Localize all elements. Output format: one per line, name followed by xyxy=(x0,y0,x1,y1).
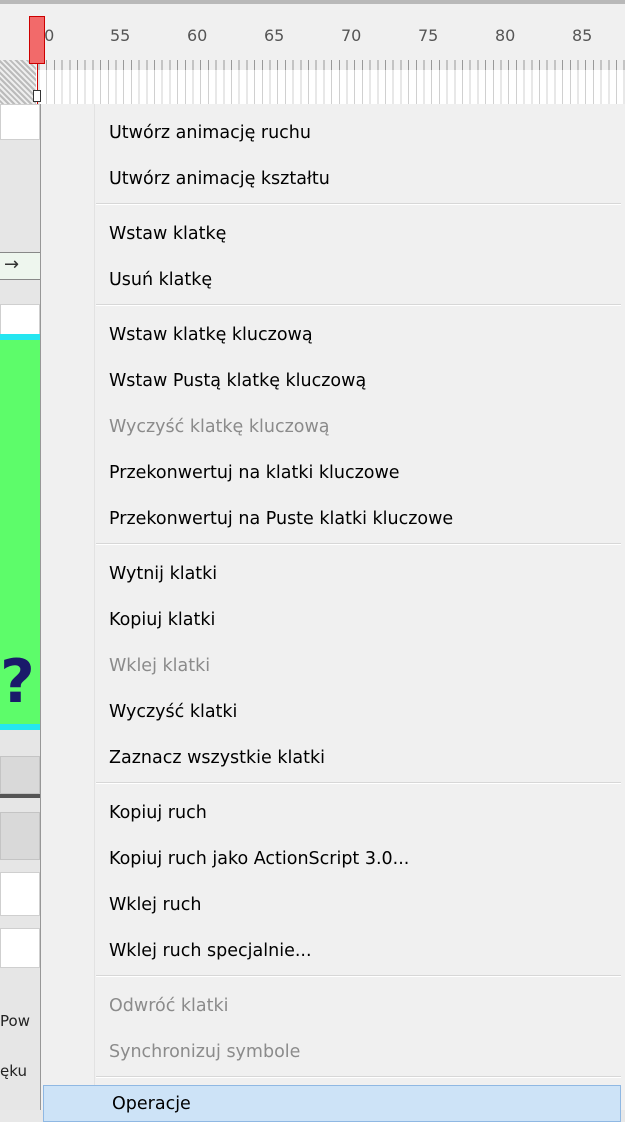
background-panel: → ? Pow ęku xyxy=(0,104,40,1110)
menu-separator xyxy=(96,782,621,784)
menu-item-paste-frames: Wklej klatki xyxy=(109,655,211,676)
panel-row xyxy=(0,756,40,794)
menu-item-clear-frames[interactable]: Wyczyść klatki xyxy=(41,693,621,730)
ruler-number: 85 xyxy=(572,26,593,45)
panel-divider xyxy=(0,794,40,798)
ruler-number: 60 xyxy=(187,26,208,45)
panel-label: ęku xyxy=(0,1062,27,1080)
playhead-handle[interactable] xyxy=(33,90,41,102)
timeline-ruler[interactable]: 50 55 60 65 70 75 80 85 xyxy=(0,0,625,109)
menu-item-copy-frames[interactable]: Kopiuj klatki xyxy=(41,601,621,638)
menu-separator xyxy=(96,203,621,205)
stage-glyph: ? xyxy=(0,647,35,717)
layer-row[interactable] xyxy=(0,104,40,140)
menu-separator xyxy=(96,543,621,545)
menu-item-reverse-frames: Odwróć klatki xyxy=(109,995,229,1016)
menu-item-remove-frame[interactable]: Usuń klatkę xyxy=(41,261,621,298)
ruler-numbers: 50 55 60 65 70 75 80 85 xyxy=(0,4,625,60)
menu-item-create-motion-tween[interactable]: Utwórz animację ruchu xyxy=(41,114,621,151)
menu-item-copy-motion[interactable]: Kopiuj ruch xyxy=(41,794,621,831)
menu-item-cut-frames[interactable]: Wytnij klatki xyxy=(41,555,621,592)
menu-item-operations[interactable]: Operacje xyxy=(43,1085,621,1122)
tween-arrow-icon: → xyxy=(4,254,20,275)
menu-item-create-shape-tween[interactable]: Utwórz animację kształtu xyxy=(41,160,621,197)
menu-separator xyxy=(96,1076,621,1078)
frame-hatch xyxy=(0,60,36,108)
ruler-number: 55 xyxy=(110,26,131,45)
menu-item-select-all-frames[interactable]: Zaznacz wszystkie klatki xyxy=(41,739,621,776)
panel-field[interactable] xyxy=(0,928,40,968)
menu-item-convert-to-keyframes[interactable]: Przekonwertuj na klatki kluczowe xyxy=(41,454,621,491)
panel-row xyxy=(0,812,40,860)
menu-item-paste-motion-special[interactable]: Wklej ruch specjalnie... xyxy=(41,932,621,969)
context-menu: Utwórz animację ruchu Utwórz animację ks… xyxy=(40,104,625,1122)
menu-item-insert-frame[interactable]: Wstaw klatkę xyxy=(41,215,621,252)
panel-field[interactable] xyxy=(0,872,40,916)
menu-item-convert-to-blank-keyframes[interactable]: Przekonwertuj na Puste klatki kluczowe xyxy=(41,500,621,537)
ruler-ticks xyxy=(0,60,625,70)
ruler-number: 65 xyxy=(264,26,285,45)
ruler-number: 70 xyxy=(341,26,362,45)
menu-separator xyxy=(96,975,621,977)
playhead-marker[interactable] xyxy=(29,16,45,64)
ruler-number: 80 xyxy=(495,26,516,45)
menu-item-insert-blank-keyframe[interactable]: Wstaw Pustą klatkę kluczową xyxy=(41,362,621,399)
panel-label: Pow xyxy=(0,1012,30,1030)
menu-item-paste-motion[interactable]: Wklej ruch xyxy=(41,886,621,923)
menu-separator xyxy=(96,304,621,306)
menu-item-synchronize-symbols: Synchronizuj symbole xyxy=(109,1041,301,1062)
ruler-number: 75 xyxy=(418,26,439,45)
menu-item-clear-keyframe: Wyczyść klatkę kluczową xyxy=(109,416,330,437)
menu-item-insert-keyframe[interactable]: Wstaw klatkę kluczową xyxy=(41,316,621,353)
menu-item-copy-motion-as-actionscript[interactable]: Kopiuj ruch jako ActionScript 3.0... xyxy=(41,840,621,877)
